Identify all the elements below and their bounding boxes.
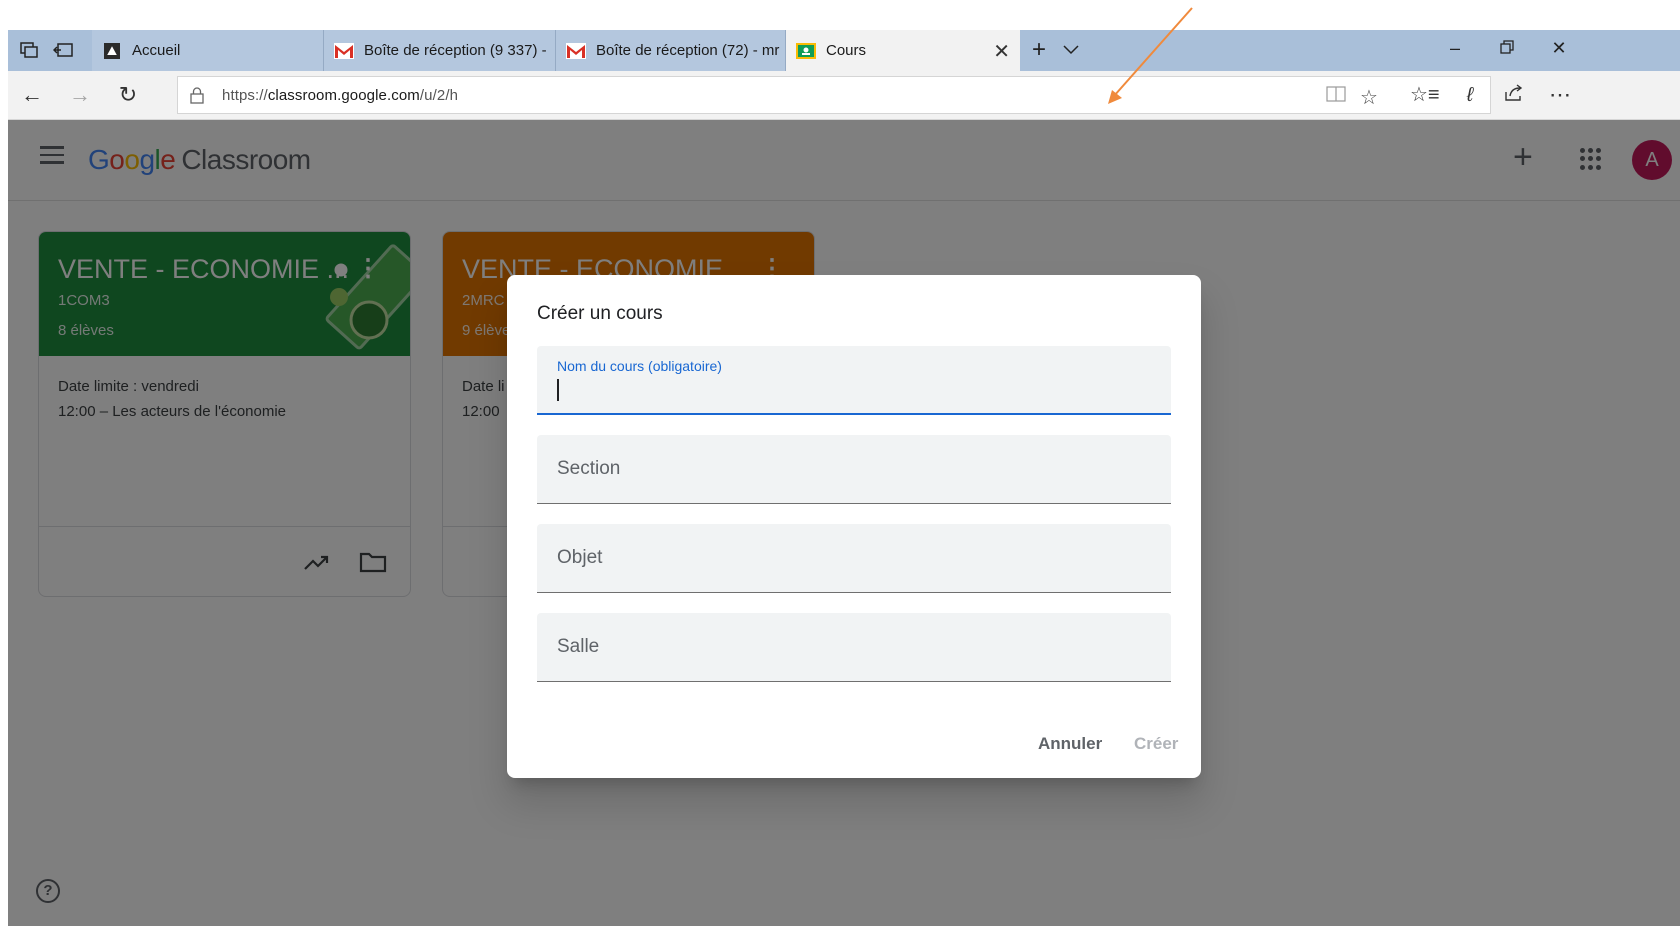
url-field[interactable]: https://classroom.google.com/u/2/h ☆ <box>177 76 1491 114</box>
subject-label: Objet <box>557 547 603 568</box>
section-field[interactable]: Section <box>537 435 1171 504</box>
tab-gmail-2[interactable]: Boîte de réception (72) - mr <box>556 30 786 71</box>
tab-label: Accueil <box>132 42 181 59</box>
favorites-list-icon[interactable]: ☆≡ <box>1410 83 1440 107</box>
gmail-icon <box>566 42 586 59</box>
tab-label: Boîte de réception (72) - mr <box>596 42 780 59</box>
tab-label: Boîte de réception (9 337) - <box>364 42 547 59</box>
cancel-button[interactable]: Annuler <box>1038 734 1102 754</box>
new-tab-icon[interactable]: + <box>1028 36 1050 63</box>
course-name-label: Nom du cours (obligatoire) <box>557 358 722 374</box>
minimize-icon[interactable]: – <box>1440 38 1470 59</box>
share-icon[interactable] <box>1500 83 1528 107</box>
lock-icon <box>190 87 204 104</box>
gmail-icon <box>334 42 354 59</box>
reading-view-icon[interactable] <box>1326 85 1346 109</box>
tab-gmail-1[interactable]: Boîte de réception (9 337) - <box>324 30 556 71</box>
create-button[interactable]: Créer <box>1134 734 1178 754</box>
tabs-aside-icon[interactable] <box>52 39 74 61</box>
text-cursor <box>557 379 559 401</box>
create-course-dialog: Créer un cours Nom du cours (obligatoire… <box>507 275 1201 778</box>
back-arrow-icon[interactable]: ← <box>18 83 46 107</box>
accueil-favicon-icon <box>104 42 120 59</box>
browser-tab-bar: Accueil Boîte de réception (9 337) - Boî… <box>8 30 1680 71</box>
section-label: Section <box>557 458 621 479</box>
pen-notes-icon[interactable]: ℓ <box>1456 83 1484 107</box>
subject-field[interactable]: Objet <box>537 524 1171 593</box>
room-field[interactable]: Salle <box>537 613 1171 682</box>
restore-icon[interactable] <box>1492 38 1522 59</box>
tab-list-chevron-icon[interactable] <box>1060 39 1082 61</box>
tab-cours[interactable]: Cours ✕ <box>786 30 1020 71</box>
more-options-icon[interactable]: ⋯ <box>1546 83 1574 107</box>
favorite-star-icon[interactable]: ☆ <box>1360 85 1378 110</box>
close-tab-icon[interactable]: ✕ <box>993 39 1010 64</box>
classroom-favicon-icon <box>796 42 816 59</box>
course-name-field[interactable]: Nom du cours (obligatoire) <box>537 346 1171 415</box>
room-label: Salle <box>557 636 600 657</box>
tab-accueil[interactable]: Accueil <box>92 30 324 71</box>
dialog-title: Créer un cours <box>537 303 663 324</box>
address-bar: ← → ↻ https://classroom.google.com/u/2/h… <box>8 71 1680 120</box>
tab-label: Cours <box>826 42 867 59</box>
tab-preview-icon[interactable] <box>18 39 40 61</box>
url-text: https://classroom.google.com/u/2/h <box>222 87 459 104</box>
refresh-icon[interactable]: ↻ <box>114 83 142 107</box>
forward-arrow-icon[interactable]: → <box>66 83 94 107</box>
close-window-icon[interactable]: ✕ <box>1544 38 1574 59</box>
